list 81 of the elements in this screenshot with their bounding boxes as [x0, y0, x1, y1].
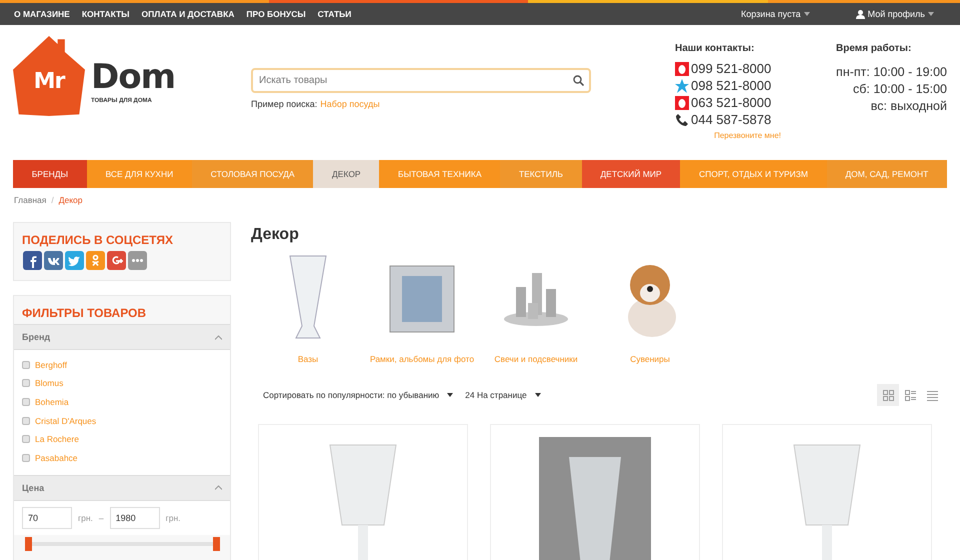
hours-title: Время работы: — [836, 43, 912, 54]
category-tab[interactable]: ДЕТСКИЙ МИР — [582, 160, 680, 188]
currency-label: грн. — [166, 512, 181, 523]
hours-line: вс: выходной — [870, 98, 947, 115]
social-share-icon[interactable] — [44, 251, 63, 270]
caret-icon — [804, 12, 810, 16]
per-page-dropdown[interactable]: 24 На странице — [465, 390, 541, 400]
share-title: ПОДЕЛИСЬ В СОЦСЕТЯХ — [21, 232, 174, 249]
brand-label[interactable]: Pasabahce — [35, 452, 78, 463]
phone-number: 044 587-5878 — [691, 112, 772, 127]
checkbox[interactable] — [22, 435, 30, 444]
price-from-input[interactable]: 70 — [22, 506, 72, 529]
category-tab[interactable]: ТЕКСТИЛЬ — [500, 160, 582, 188]
caret-icon — [928, 12, 934, 16]
brand-label[interactable]: Bohemia — [35, 396, 69, 407]
profile-dropdown[interactable]: Мой профиль — [856, 9, 934, 19]
breadcrumb-separator: / — [51, 195, 54, 205]
checkbox[interactable] — [22, 398, 30, 406]
range-dash: – — [98, 512, 104, 523]
checkbox[interactable] — [22, 360, 30, 369]
hours-line: сб: 10:00 - 15:00 — [852, 81, 947, 98]
checkbox[interactable] — [22, 416, 30, 425]
menu-icon — [926, 390, 938, 400]
page-title: Декор — [251, 226, 300, 244]
chevron-up-icon — [215, 485, 222, 490]
category-tab[interactable]: БРЕНДЫ — [13, 160, 87, 188]
category-link[interactable]: Свечи и подсвечники — [494, 354, 578, 364]
logo-name: Dom — [91, 60, 176, 94]
category-link[interactable]: Вазы — [298, 354, 318, 364]
top-menu-link[interactable]: ОПЛАТА И ДОСТАВКА — [142, 9, 234, 19]
social-share-icon[interactable] — [107, 251, 126, 270]
grid-view-icon — [882, 390, 894, 400]
checkbox[interactable] — [22, 379, 30, 388]
brand-label[interactable]: Cristal D'Arques — [35, 416, 96, 426]
top-menu-link[interactable]: ПРО БОНУСЫ — [246, 9, 306, 19]
chevron-up-icon — [215, 334, 222, 340]
brand-label[interactable]: Berghoff — [35, 360, 67, 370]
category-tab[interactable]: СПОРТ, ОТДЫХ И ТУРИЗМ — [680, 160, 827, 188]
checkbox[interactable] — [22, 454, 30, 462]
phone-number: 098 521-8000 — [691, 78, 772, 93]
category-tab[interactable]: ДЕКОР — [313, 160, 380, 188]
slider-handle[interactable] — [213, 536, 220, 551]
search-field[interactable]: Искать товары — [251, 68, 591, 93]
callback-link[interactable]: Перезвоните мне! — [714, 131, 781, 140]
top-menu-link[interactable]: КОНТАКТЫ — [82, 9, 130, 19]
top-menu-link[interactable]: СТАТЬИ — [318, 9, 352, 19]
breadcrumb-link[interactable]: Декор — [58, 195, 82, 205]
brand-label[interactable]: La Rochere — [35, 434, 79, 444]
category-link[interactable]: Сувениры — [630, 354, 670, 364]
price-to-input[interactable]: 1980 — [110, 506, 160, 529]
social-share-icon[interactable] — [128, 251, 147, 270]
view-toggle-button[interactable] — [877, 384, 899, 406]
phone-number: 099 521-8000 — [691, 61, 772, 76]
caret-icon — [447, 393, 454, 397]
category-tab[interactable]: ДОМ, САД, РЕМОНТ — [826, 160, 948, 188]
search-example-link[interactable]: Набор посуды — [320, 99, 380, 109]
search-example-label: Пример поиска: — [251, 99, 318, 109]
slider-handle[interactable] — [25, 536, 32, 551]
search-icon[interactable] — [573, 75, 584, 86]
social-share-icon[interactable] — [23, 251, 42, 270]
breadcrumb-link[interactable]: Главная — [14, 195, 46, 205]
brand-label[interactable]: Blomus — [35, 378, 64, 388]
contacts-title: Наши контакты: — [675, 43, 756, 54]
category-tab[interactable]: СТОЛОВАЯ ПОСУДА — [192, 160, 314, 188]
currency-label: грн. — [78, 512, 93, 523]
sort-dropdown[interactable]: Сортировать по популярности: по убыванию — [263, 390, 454, 400]
phone-number: 063 521-8000 — [691, 95, 772, 110]
filters-title: ФИЛЬТРЫ ТОВАРОВ — [21, 305, 148, 322]
category-tab[interactable]: БЫТОВАЯ ТЕХНИКА — [379, 160, 500, 188]
hours-line: пн-пт: 10:00 - 19:00 — [836, 64, 947, 81]
top-menu-link[interactable]: О МАГАЗИНЕ — [14, 9, 70, 19]
price-filter-header[interactable]: Цена — [14, 474, 230, 501]
user-icon — [856, 10, 865, 18]
list-view-icon — [904, 390, 916, 400]
caret-icon — [534, 393, 541, 397]
product-card[interactable] — [490, 424, 700, 560]
category-link[interactable]: Рамки, альбомы для фото — [370, 354, 474, 364]
logo-house-mark[interactable]: Mr — [13, 36, 85, 116]
cart-dropdown[interactable]: Корзина пуста — [741, 9, 810, 19]
brand-filter-header[interactable]: Бренд — [14, 324, 230, 350]
category-tab[interactable]: ВСЕ ДЛЯ КУХНИ — [86, 160, 192, 188]
